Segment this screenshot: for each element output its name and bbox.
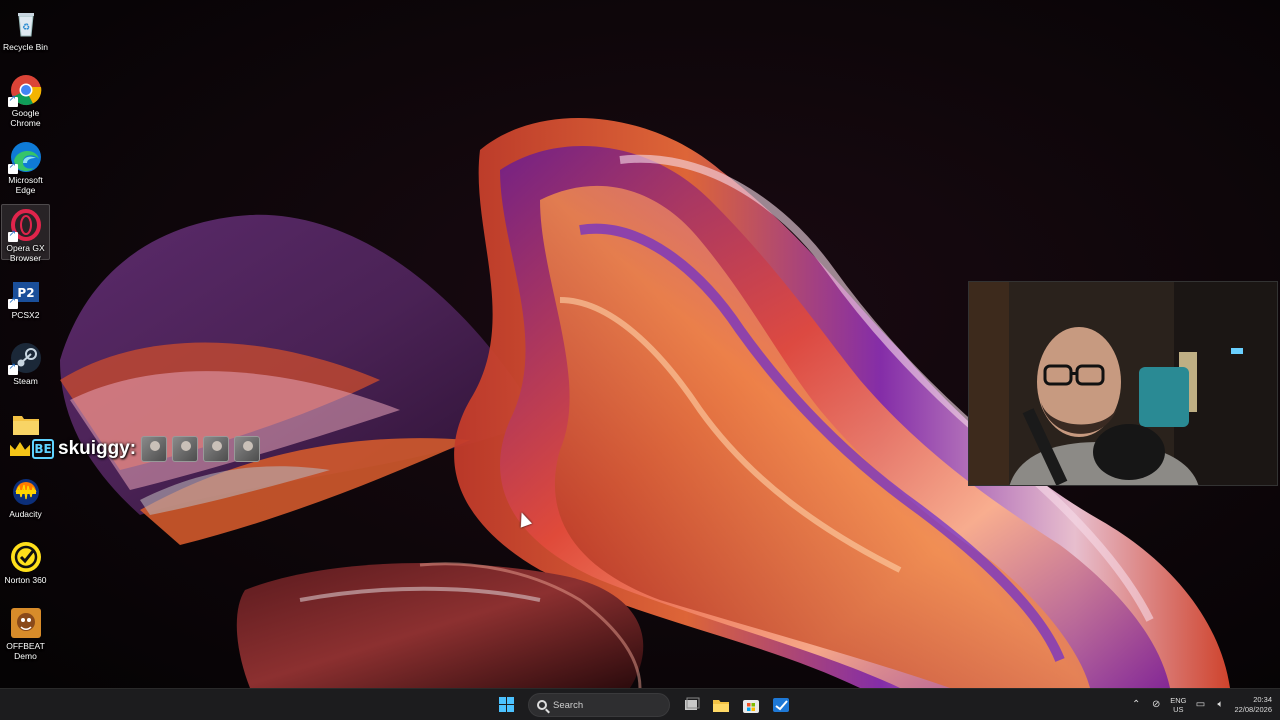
app-icon[interactable] — [768, 692, 794, 718]
desktop-icon-google-chrome[interactable]: Google Chrome — [1, 70, 50, 128]
chat-username: skuiggy: — [58, 438, 137, 459]
recycle-bin-icon: ♻ — [10, 8, 42, 40]
desktop-icon-norton-360[interactable]: Norton 360 — [1, 537, 50, 595]
volume-icon[interactable]: 🔈︎ — [1214, 699, 1226, 711]
clock[interactable]: 20:34 22/08/2026 — [1234, 695, 1272, 715]
microsoft-store-icon[interactable] — [738, 692, 764, 718]
taskbar-center: Search — [494, 692, 794, 718]
desktop-icon-label: Norton 360 — [4, 575, 47, 585]
desktop-icon-label: OFFBEAT Demo — [6, 641, 45, 661]
emote-icon — [141, 436, 168, 462]
region-code: US — [1173, 705, 1184, 714]
desktop-icon-column: ♻ Recycle Bin Google Chrome Microsoft Ed… — [0, 0, 52, 688]
steam-icon — [7, 342, 42, 375]
start-button[interactable] — [494, 692, 520, 718]
desktop-icon-microsoft-edge[interactable]: Microsoft Edge — [1, 137, 50, 195]
crown-icon — [10, 442, 30, 456]
desktop-icon-folder[interactable] — [1, 404, 50, 435]
pcsx2-icon: P2 — [7, 276, 42, 309]
system-tray: ⌃ ⊘ ENG US ▭ 🔈︎ 20:34 22/08/2026 — [1130, 692, 1272, 718]
desktop-icon-label: Steam — [13, 376, 38, 386]
desktop-icon-label: PCSX2 — [11, 310, 40, 320]
taskbar: Search ⌃ ⊘ ENG US ▭ 🔈︎ 20:34 22/08/2026 — [0, 688, 1280, 720]
svg-text:P2: P2 — [17, 286, 34, 300]
edge-icon — [7, 141, 42, 174]
clock-date: 22/08/2026 — [1234, 705, 1272, 714]
file-explorer-icon[interactable] — [708, 692, 734, 718]
stream-chat-message: BE skuiggy: — [10, 432, 270, 466]
desktop-icon-audacity[interactable]: Audacity — [1, 471, 50, 529]
chevron-up-icon[interactable]: ⌃ — [1130, 699, 1142, 711]
windows-logo-tile — [507, 705, 514, 712]
windows-logo-tile — [499, 705, 506, 712]
taskbar-search-box[interactable]: Search — [528, 693, 670, 717]
task-view-icon[interactable] — [678, 692, 704, 718]
webcam-feed — [968, 281, 1278, 486]
norton-icon — [10, 541, 42, 573]
chrome-icon — [7, 74, 42, 107]
emote-icon — [234, 436, 261, 462]
search-icon — [537, 700, 547, 710]
desktop-icon-label: Audacity — [9, 509, 42, 519]
audacity-icon — [10, 475, 42, 507]
windows-logo-tile — [507, 697, 514, 704]
desktop-icon-label: Opera GX Browser — [6, 243, 45, 263]
shortcut-arrow-icon — [7, 296, 18, 309]
language-indicator[interactable]: ENG US — [1170, 696, 1186, 714]
search-placeholder: Search — [553, 699, 584, 711]
svg-text:♻: ♻ — [21, 23, 29, 33]
desktop-icon-steam[interactable]: Steam — [1, 338, 50, 396]
emote-icon — [172, 436, 199, 462]
shortcut-arrow-icon — [7, 161, 18, 174]
shortcut-arrow-icon — [7, 229, 18, 242]
shortcut-arrow-icon — [7, 94, 18, 107]
display-icon[interactable]: ▭ — [1194, 699, 1206, 711]
desktop-icon-label: Microsoft Edge — [8, 175, 43, 195]
desktop-icon-recycle-bin[interactable]: ♻ Recycle Bin — [1, 4, 50, 62]
opera-gx-icon — [7, 209, 42, 242]
shortcut-arrow-icon — [7, 362, 18, 375]
desktop-icon-label: Recycle Bin — [3, 42, 48, 52]
desktop-icon-offbeat-demo[interactable]: OFFBEAT Demo — [1, 603, 50, 661]
network-muted-icon[interactable]: ⊘ — [1150, 699, 1162, 711]
clock-time: 20:34 — [1253, 695, 1272, 704]
subscriber-badge: BE — [32, 439, 54, 459]
desktop-icon-label: Google Chrome — [10, 108, 41, 128]
desktop-icon-pcsx2[interactable]: P2 PCSX2 — [1, 272, 50, 330]
language-code: ENG — [1170, 696, 1187, 705]
windows-logo-tile — [499, 697, 506, 704]
offbeat-icon — [10, 607, 42, 639]
desktop-icon-opera-gx[interactable]: Opera GX Browser — [1, 204, 50, 263]
emote-icon — [203, 436, 230, 462]
